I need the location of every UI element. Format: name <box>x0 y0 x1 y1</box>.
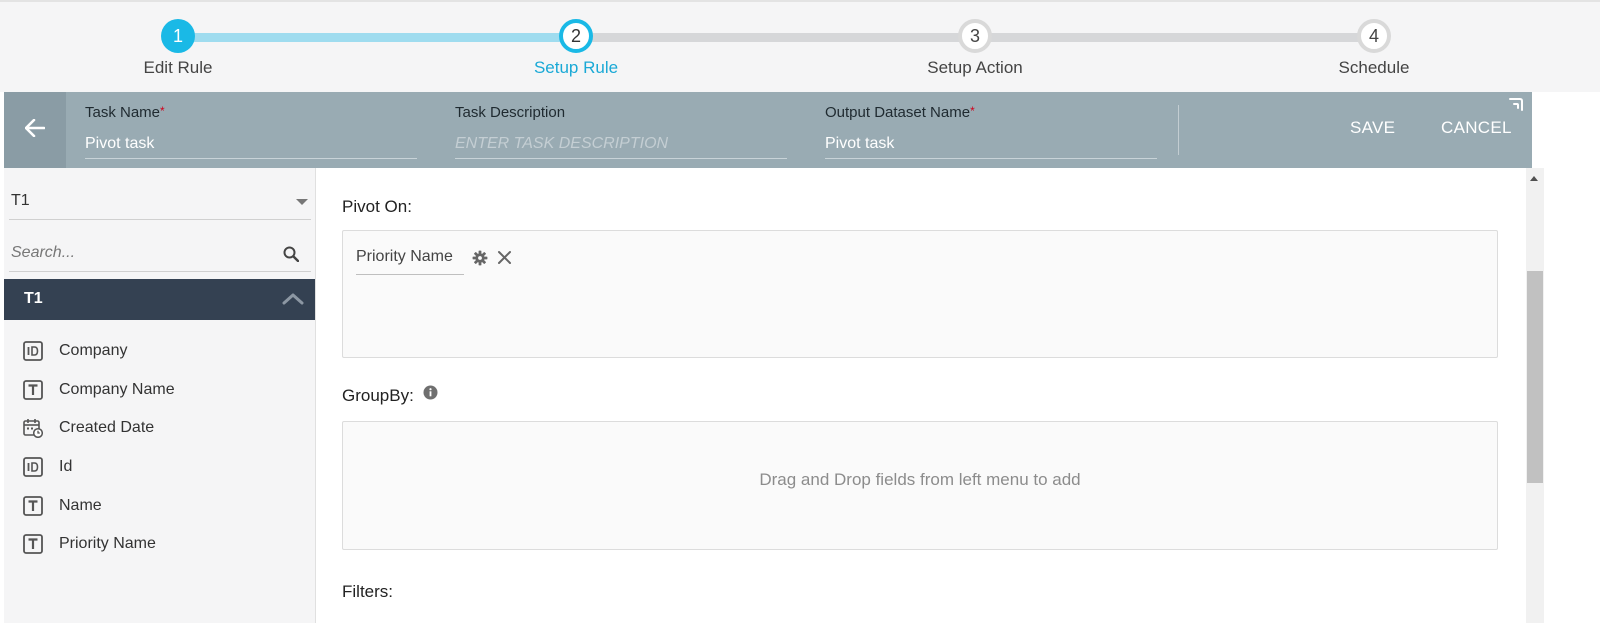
arrow-left-icon <box>24 118 46 142</box>
dataset-dropdown-value: T1 <box>11 192 30 209</box>
step-label[interactable]: Setup Action <box>875 58 1075 78</box>
stepper-track-completed <box>178 33 576 42</box>
progress-stepper: 1 Edit Rule 2 Setup Rule 3 Setup Action … <box>0 0 1600 92</box>
task-description-input[interactable] <box>455 129 787 159</box>
text-type-icon <box>23 534 43 555</box>
chevron-up-icon[interactable] <box>282 292 304 310</box>
table-group-name: T1 <box>24 290 43 307</box>
back-button[interactable] <box>4 92 66 168</box>
field-label: Created Date <box>59 419 155 437</box>
expand-corner-icon[interactable] <box>1508 96 1524 117</box>
groupby-title-text: GroupBy: <box>342 386 414 405</box>
info-icon[interactable] <box>423 385 438 405</box>
task-description-label: Task Description <box>455 104 566 121</box>
list-item-company-name[interactable]: Company Name <box>4 371 315 410</box>
groupby-drop-zone[interactable]: Drag and Drop fields from left menu to a… <box>342 421 1498 550</box>
task-name-label: Task Name* <box>85 104 165 121</box>
dataset-dropdown[interactable]: T1 <box>9 182 311 220</box>
step-number[interactable]: 2 <box>559 19 593 53</box>
field-search <box>9 238 311 272</box>
cancel-button[interactable]: CANCEL <box>1441 118 1512 138</box>
id-type-icon <box>23 341 43 362</box>
field-label: Company Name <box>59 380 175 398</box>
right-gutter <box>1544 92 1600 623</box>
task-header-bar: Task Name* Task Description Output Datas… <box>4 92 1532 168</box>
list-item-company[interactable]: Company <box>4 332 315 371</box>
field-sidebar: T1 T1 Company Company Name <box>4 168 316 623</box>
list-item-created-date[interactable]: Created Date <box>4 409 315 448</box>
id-type-icon <box>23 457 43 477</box>
list-item-priority-name[interactable]: Priority Name <box>4 525 315 564</box>
output-dataset-label: Output Dataset Name* <box>825 104 975 121</box>
field-label: Priority Name <box>59 535 156 553</box>
drop-zone-hint: Drag and Drop fields from left menu to a… <box>759 470 1081 489</box>
task-name-input[interactable] <box>85 129 417 159</box>
field-label: Id <box>59 458 73 476</box>
scroll-up-arrow-icon[interactable] <box>1530 176 1538 181</box>
field-list: Company Company Name Created Date Id Nam… <box>4 332 315 564</box>
table-group-header[interactable]: T1 <box>4 279 315 320</box>
text-type-icon <box>23 379 43 400</box>
task-name-field: Task Name* <box>85 104 417 159</box>
search-icon[interactable] <box>283 246 300 267</box>
text-type-icon <box>23 495 43 516</box>
required-marker: * <box>160 104 165 118</box>
step-number[interactable]: 1 <box>161 19 195 53</box>
step-label[interactable]: Setup Rule <box>476 58 676 78</box>
step-number[interactable]: 3 <box>958 19 992 53</box>
step-label[interactable]: Edit Rule <box>78 58 278 78</box>
chevron-down-icon[interactable] <box>296 199 308 205</box>
step-label[interactable]: Schedule <box>1274 58 1474 78</box>
list-item-id[interactable]: Id <box>4 448 315 487</box>
close-icon[interactable] <box>497 250 512 270</box>
field-label: Company <box>59 342 128 360</box>
pivot-on-drop-zone[interactable]: Priority Name <box>342 230 1498 358</box>
scrollbar-thumb[interactable] <box>1527 271 1543 483</box>
header-divider <box>1178 105 1179 155</box>
filters-title: Filters: <box>342 582 393 601</box>
pivot-field-chip[interactable]: Priority Name <box>356 245 464 275</box>
task-description-field: Task Description <box>455 104 787 159</box>
rule-setup-panel: Pivot On: Priority Name GroupBy: Drag an… <box>316 168 1526 623</box>
groupby-title: GroupBy: <box>342 385 438 406</box>
list-item-name[interactable]: Name <box>4 486 315 525</box>
search-input[interactable] <box>9 238 259 268</box>
calendar-clock-icon <box>23 418 43 439</box>
save-button[interactable]: SAVE <box>1350 118 1395 138</box>
output-dataset-field: Output Dataset Name* <box>825 104 1157 159</box>
required-marker: * <box>970 104 975 118</box>
pivot-on-title: Pivot On: <box>342 197 412 216</box>
output-dataset-input[interactable] <box>825 129 1157 159</box>
vertical-scrollbar[interactable] <box>1526 168 1544 623</box>
field-label: Name <box>59 496 102 514</box>
step-number[interactable]: 4 <box>1357 19 1391 53</box>
gear-icon[interactable] <box>472 250 488 271</box>
